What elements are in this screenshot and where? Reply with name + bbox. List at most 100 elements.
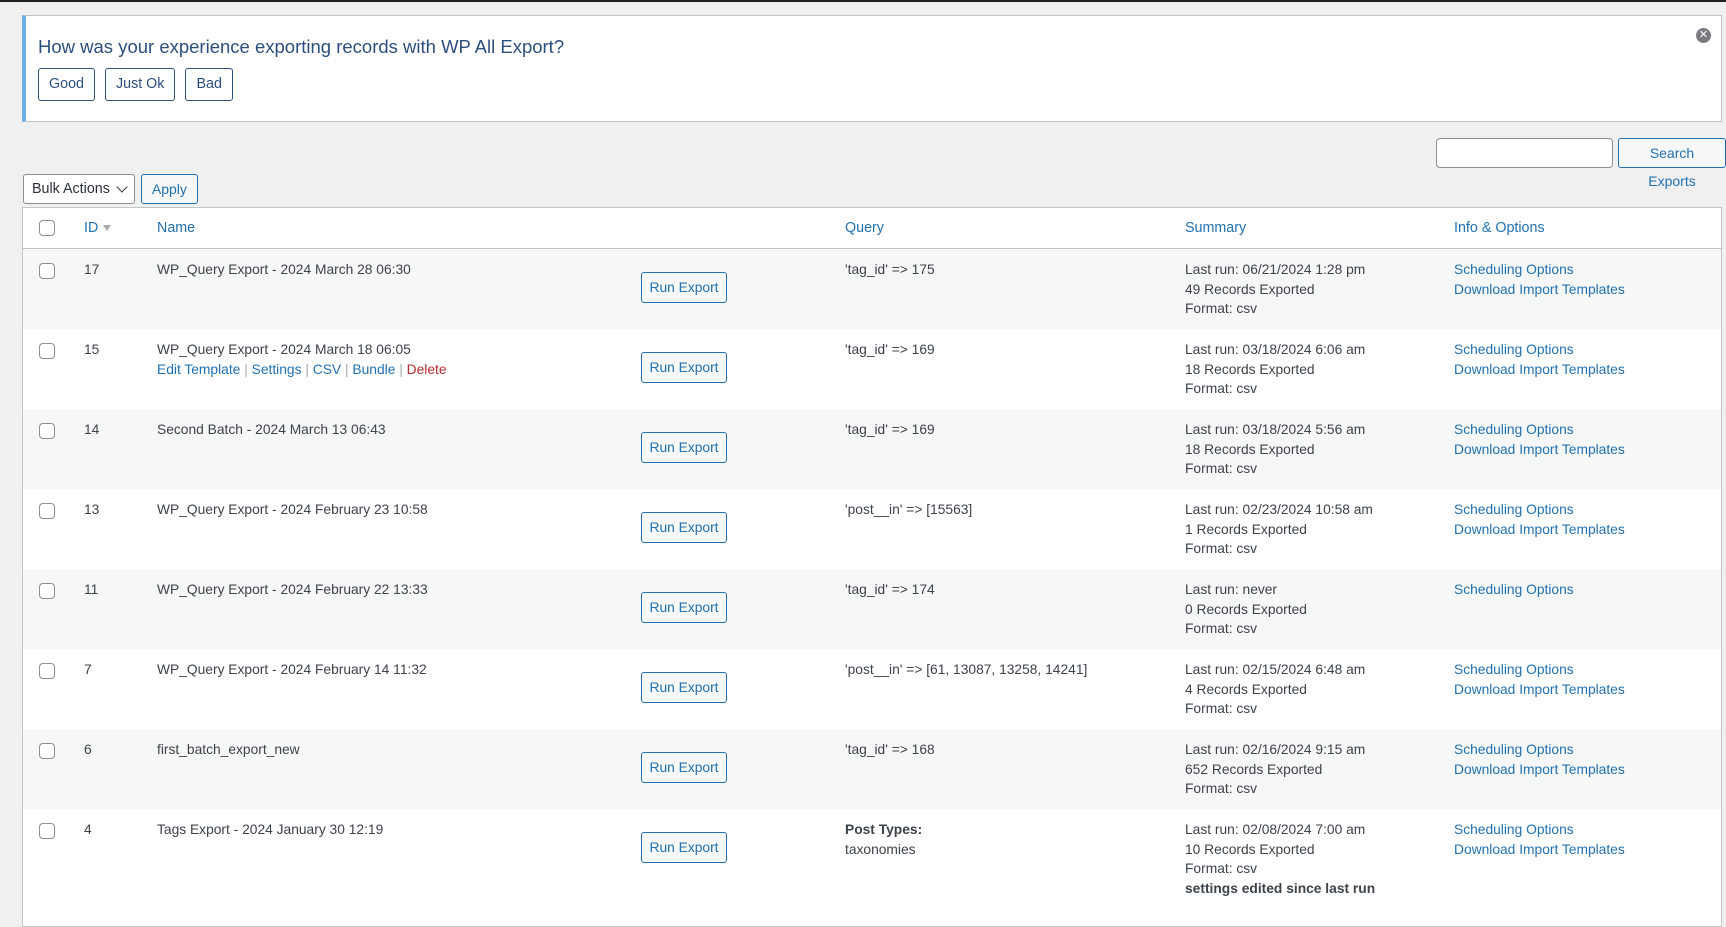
export-name-cell: Second Batch - 2024 March 13 06:43	[157, 420, 386, 440]
summary-line: Format: csv	[1185, 861, 1258, 876]
row-action-bundle[interactable]: Bundle	[352, 362, 395, 377]
bulk-actions-select[interactable]: Bulk Actions	[23, 174, 135, 204]
select-all-checkbox[interactable]	[39, 220, 55, 236]
export-id: 14	[84, 422, 100, 437]
export-id: 6	[84, 742, 92, 757]
row-action-csv[interactable]: CSV	[313, 362, 341, 377]
summary-line: Format: csv	[1185, 701, 1258, 716]
summary-cell: Last run: 03/18/2024 5:56 am 18 Records E…	[1185, 420, 1365, 479]
scheduling-options-link[interactable]: Scheduling Options	[1454, 820, 1625, 840]
row-checkbox[interactable]	[39, 343, 55, 359]
summary-line: Last run: 02/15/2024 6:48 am	[1185, 662, 1366, 677]
summary-line: 49 Records Exported	[1185, 281, 1315, 297]
row-checkbox[interactable]	[39, 743, 55, 759]
row-checkbox[interactable]	[39, 823, 55, 839]
scheduling-options-link[interactable]: Scheduling Options	[1454, 260, 1625, 280]
feedback-bad-button[interactable]: Bad	[185, 68, 233, 101]
separator: |	[344, 361, 349, 377]
row-checkbox[interactable]	[39, 583, 55, 599]
download-import-templates-link[interactable]: Download Import Templates	[1454, 440, 1625, 460]
scheduling-options-link[interactable]: Scheduling Options	[1454, 500, 1625, 520]
export-id: 17	[84, 262, 100, 277]
column-header-query[interactable]: Query	[845, 220, 884, 236]
feedback-good-button[interactable]: Good	[38, 68, 95, 101]
query-cell: Post Types: taxonomies	[845, 820, 922, 859]
row-checkbox[interactable]	[39, 663, 55, 679]
separator: |	[305, 361, 309, 377]
run-export-button[interactable]: Run Export	[641, 512, 727, 543]
scheduling-options-link[interactable]: Scheduling Options	[1454, 660, 1625, 680]
run-export-button[interactable]: Run Export	[641, 592, 727, 623]
summary-line: Last run: 02/16/2024 9:15 am	[1185, 742, 1366, 757]
row-checkbox[interactable]	[39, 503, 55, 519]
summary-line: Format: csv	[1185, 301, 1258, 316]
run-export-button[interactable]: Run Export	[641, 832, 727, 863]
column-header-name[interactable]: Name	[157, 220, 195, 236]
summary-cell: Last run: 06/21/2024 1:28 pm 49 Records E…	[1185, 260, 1365, 319]
run-export-button[interactable]: Run Export	[641, 672, 727, 703]
summary-line: 652 Records Exported	[1185, 761, 1323, 777]
summary-line: 18 Records Exported	[1185, 441, 1315, 457]
row-action-delete[interactable]: Delete	[407, 362, 447, 377]
run-export-button[interactable]: Run Export	[641, 752, 727, 783]
info-cell: Scheduling Options Download Import Templa…	[1454, 740, 1625, 779]
export-name-cell: WP_Query Export - 2024 February 22 13:33	[157, 580, 428, 600]
summary-cell: Last run: 02/16/2024 9:15 am 652 Records …	[1185, 740, 1365, 799]
feedback-notice: How was your experience exporting record…	[22, 15, 1722, 122]
download-import-templates-link[interactable]: Download Import Templates	[1454, 280, 1625, 300]
run-export-button[interactable]: Run Export	[641, 432, 727, 463]
export-name-cell: WP_Query Export - 2024 February 14 11:32	[157, 660, 427, 680]
run-export-button[interactable]: Run Export	[641, 352, 727, 383]
export-name-cell: Tags Export - 2024 January 30 12:19	[157, 820, 383, 840]
sort-desc-icon	[103, 225, 112, 232]
table-body: 17 WP_Query Export - 2024 March 28 06:30 R…	[23, 249, 1721, 904]
export-name-cell: first_batch_export_new	[157, 740, 300, 760]
download-import-templates-link[interactable]: Download Import Templates	[1454, 520, 1625, 540]
query-cell: 'post__in' => [61, 13087, 13258, 14241]	[845, 660, 1087, 680]
scheduling-options-link[interactable]: Scheduling Options	[1454, 580, 1574, 600]
apply-button[interactable]: Apply	[140, 174, 198, 204]
scheduling-options-link[interactable]: Scheduling Options	[1454, 340, 1625, 360]
column-header-id[interactable]: ID	[84, 220, 112, 236]
export-name-cell: WP_Query Export - 2024 February 23 10:58	[157, 500, 428, 520]
search-exports-input[interactable]	[1436, 138, 1613, 168]
feedback-just-ok-button[interactable]: Just Ok	[104, 68, 176, 101]
summary-line: Format: csv	[1185, 461, 1258, 476]
summary-line: 10 Records Exported	[1185, 841, 1315, 857]
run-export-button[interactable]: Run Export	[641, 272, 727, 303]
search-exports-button[interactable]: Search Exports	[1618, 138, 1726, 189]
export-id: 7	[84, 662, 92, 677]
download-import-templates-link[interactable]: Download Import Templates	[1454, 760, 1625, 780]
table-row: 6 first_batch_export_new Run Export 'tag_id…	[23, 729, 1721, 809]
query-text: 'tag_id' => 175	[845, 262, 935, 277]
table-row: 15 WP_Query Export - 2024 March 18 06:05 E…	[23, 329, 1721, 409]
table-row: 17 WP_Query Export - 2024 March 28 06:30 R…	[23, 249, 1721, 329]
export-name: Tags Export - 2024 January 30 12:19	[157, 822, 384, 837]
export-id: 13	[84, 502, 100, 517]
info-cell: Scheduling Options Download Import Templa…	[1454, 500, 1625, 539]
row-action-edit-template[interactable]: Edit Template	[157, 362, 240, 377]
table-row: 13 WP_Query Export - 2024 February 23 10:…	[23, 489, 1721, 569]
separator: |	[399, 361, 403, 377]
row-checkbox[interactable]	[39, 423, 55, 439]
row-checkbox[interactable]	[39, 263, 55, 279]
download-import-templates-link[interactable]: Download Import Templates	[1454, 360, 1625, 380]
row-action-settings[interactable]: Settings	[252, 362, 302, 377]
query-text: 'tag_id' => 168	[845, 742, 935, 757]
summary-cell: Last run: 02/23/2024 10:58 am 1 Records E…	[1185, 500, 1373, 559]
download-import-templates-link[interactable]: Download Import Templates	[1454, 840, 1625, 860]
download-import-templates-link[interactable]: Download Import Templates	[1454, 680, 1625, 700]
column-header-info[interactable]: Info & Options	[1454, 220, 1545, 236]
export-id: 11	[84, 582, 99, 597]
summary-line: Format: csv	[1185, 781, 1258, 796]
summary-line: Format: csv	[1185, 541, 1258, 556]
column-header-summary[interactable]: Summary	[1185, 220, 1246, 236]
close-circle-icon[interactable]: ✕	[1696, 28, 1711, 43]
table-row: 4 Tags Export - 2024 January 30 12:19 Run …	[23, 809, 1721, 904]
feedback-buttons: Good Just Ok Bad	[38, 68, 233, 101]
summary-line: Last run: 02/08/2024 7:00 am	[1185, 822, 1366, 837]
bulk-actions-selected: Bulk Actions	[32, 181, 110, 197]
feedback-question: How was your experience exporting record…	[38, 36, 565, 57]
scheduling-options-link[interactable]: Scheduling Options	[1454, 740, 1625, 760]
scheduling-options-link[interactable]: Scheduling Options	[1454, 420, 1625, 440]
